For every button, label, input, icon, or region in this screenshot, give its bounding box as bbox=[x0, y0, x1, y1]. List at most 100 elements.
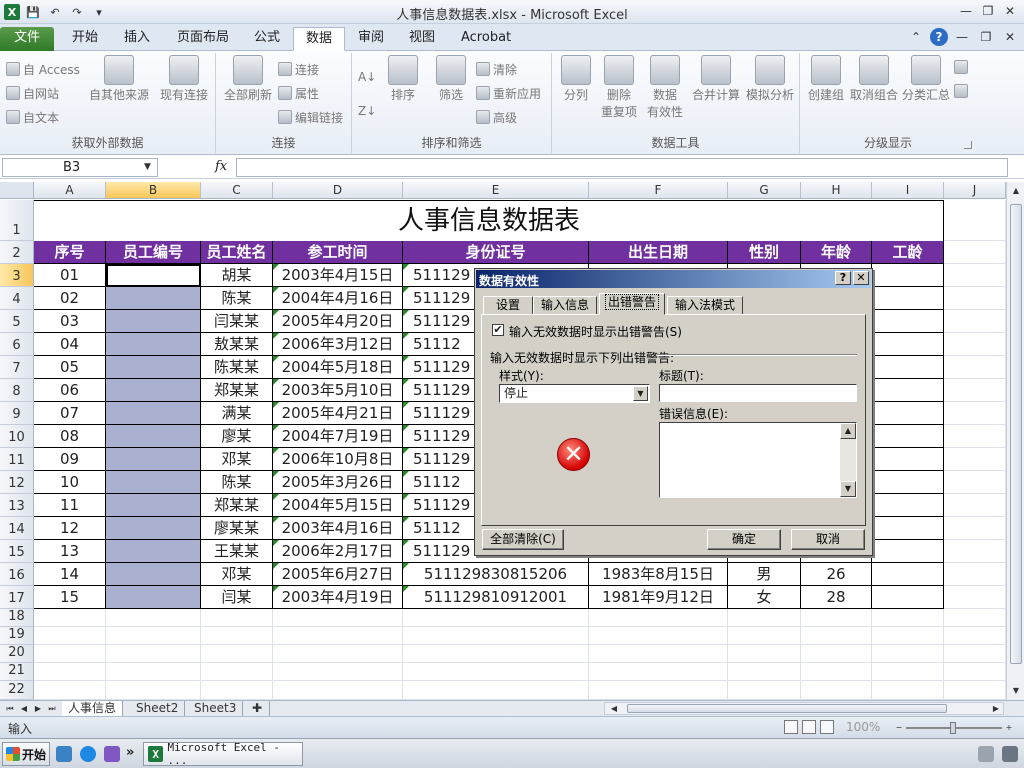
page-break-view-icon[interactable] bbox=[820, 720, 834, 734]
show-error-alert-label[interactable]: 输入无效数据时显示出错警告(S) bbox=[509, 323, 682, 340]
collapse-ribbon-icon[interactable]: ⌃ bbox=[906, 28, 926, 46]
minimize-button[interactable]: — bbox=[956, 2, 976, 20]
column-header-j[interactable]: J bbox=[944, 182, 1006, 199]
tab-insert[interactable]: 插入 bbox=[112, 27, 162, 51]
properties-button[interactable]: 属性 bbox=[278, 83, 319, 103]
consolidate-button[interactable]: 合并计算 bbox=[690, 55, 742, 104]
column-header-c[interactable]: C bbox=[201, 182, 273, 199]
ok-button[interactable]: 确定 bbox=[707, 529, 781, 550]
cell-i11[interactable] bbox=[872, 448, 944, 471]
ungroup-button[interactable]: 取消组合 bbox=[848, 55, 900, 104]
cell-d11[interactable]: 2006年10月8日 bbox=[273, 448, 403, 471]
from-text-button[interactable]: 自文本 bbox=[6, 107, 59, 127]
cell-i4[interactable] bbox=[872, 287, 944, 310]
column-header-i[interactable]: I bbox=[872, 182, 944, 199]
row-header-21[interactable]: 21 bbox=[0, 663, 34, 681]
cell-a3[interactable]: 01 bbox=[34, 264, 106, 287]
show-error-alert-checkbox[interactable]: ✔ bbox=[492, 324, 504, 336]
clear-filter-button[interactable]: 清除 bbox=[476, 59, 517, 79]
tab-home[interactable]: 开始 bbox=[60, 27, 110, 51]
text-to-columns-button[interactable]: 分列 bbox=[556, 55, 596, 104]
cell-f17[interactable]: 1981年9月12日 bbox=[589, 586, 728, 609]
vertical-scroll-thumb[interactable] bbox=[1010, 204, 1022, 664]
from-access-button[interactable]: 自 Access bbox=[6, 59, 80, 79]
cell-b12[interactable] bbox=[106, 471, 201, 494]
row-header-9[interactable]: 9 bbox=[0, 402, 34, 425]
row-header-12[interactable]: 12 bbox=[0, 471, 34, 494]
tab-data[interactable]: 数据 bbox=[293, 27, 346, 51]
cell-c16[interactable]: 邓某 bbox=[201, 563, 273, 586]
row-header-14[interactable]: 14 bbox=[0, 517, 34, 540]
cell-a5[interactable]: 03 bbox=[34, 310, 106, 333]
next-sheet-icon[interactable]: ▶ bbox=[32, 702, 44, 715]
row-header-7[interactable]: 7 bbox=[0, 356, 34, 379]
cell-b7[interactable] bbox=[106, 356, 201, 379]
zoom-slider[interactable]: − + bbox=[892, 721, 1016, 735]
subtotal-button[interactable]: 分类汇总 bbox=[900, 55, 952, 104]
zoom-knob[interactable] bbox=[950, 722, 956, 734]
tab-formulas[interactable]: 公式 bbox=[242, 27, 292, 51]
row-header-22[interactable]: 22 bbox=[0, 681, 34, 700]
scroll-down-icon[interactable]: ▼ bbox=[1009, 684, 1023, 698]
chevron-down-icon[interactable]: ▼ bbox=[144, 162, 151, 172]
cell-b14[interactable] bbox=[106, 517, 201, 540]
normal-view-icon[interactable] bbox=[784, 720, 798, 734]
scroll-left-icon[interactable]: ◀ bbox=[607, 702, 621, 716]
cell-i6[interactable] bbox=[872, 333, 944, 356]
cell-c8[interactable]: 郑某某 bbox=[201, 379, 273, 402]
last-sheet-icon[interactable]: ⏭ bbox=[46, 702, 58, 715]
sheet-tab-1[interactable]: 人事信息 bbox=[62, 701, 124, 716]
cell-b13[interactable] bbox=[106, 494, 201, 517]
connections-button[interactable]: 连接 bbox=[278, 59, 319, 79]
column-header-d[interactable]: D bbox=[273, 182, 403, 199]
dialog-help-button[interactable]: ? bbox=[835, 271, 851, 285]
cell-c13[interactable]: 郑某某 bbox=[201, 494, 273, 517]
cell-i10[interactable] bbox=[872, 425, 944, 448]
start-button[interactable]: 开始 bbox=[2, 742, 50, 766]
row-header-1[interactable]: 1 bbox=[0, 200, 34, 241]
column-header-h[interactable]: H bbox=[801, 182, 872, 199]
cell-c7[interactable]: 陈某某 bbox=[201, 356, 273, 379]
doc-restore-button[interactable]: ❐ bbox=[976, 28, 996, 46]
cell-d8[interactable]: 2003年5月10日 bbox=[273, 379, 403, 402]
column-header-g[interactable]: G bbox=[728, 182, 801, 199]
row-header-5[interactable]: 5 bbox=[0, 310, 34, 333]
tab-error-alert[interactable]: 出错警告 bbox=[599, 293, 665, 315]
prev-sheet-icon[interactable]: ◀ bbox=[18, 702, 30, 715]
sort-descending-button[interactable]: Z↓ bbox=[358, 101, 376, 121]
cell-b16[interactable] bbox=[106, 563, 201, 586]
cell-c10[interactable]: 廖某 bbox=[201, 425, 273, 448]
cell-a15[interactable]: 13 bbox=[34, 540, 106, 563]
cell-c17[interactable]: 闫某 bbox=[201, 586, 273, 609]
reapply-button[interactable]: 重新应用 bbox=[476, 83, 541, 103]
cell-i9[interactable] bbox=[872, 402, 944, 425]
cell-a7[interactable]: 05 bbox=[34, 356, 106, 379]
name-box[interactable]: B3 bbox=[2, 158, 158, 177]
tab-acrobat[interactable]: Acrobat bbox=[449, 27, 523, 51]
cell-i7[interactable] bbox=[872, 356, 944, 379]
scroll-up-icon[interactable]: ▲ bbox=[840, 423, 856, 439]
cell-a14[interactable]: 12 bbox=[34, 517, 106, 540]
cell-i16[interactable] bbox=[872, 563, 944, 586]
style-select[interactable]: 停止 ▼ bbox=[499, 384, 650, 403]
sheet-tab-3[interactable]: Sheet3 bbox=[188, 701, 244, 716]
cell-d3[interactable]: 2003年4月15日 bbox=[273, 264, 403, 287]
tab-page-layout[interactable]: 页面布局 bbox=[165, 27, 241, 51]
cell-a11[interactable]: 09 bbox=[34, 448, 106, 471]
doc-close-button[interactable]: ✕ bbox=[1000, 28, 1020, 46]
cell-c6[interactable]: 敖某某 bbox=[201, 333, 273, 356]
from-other-sources-button[interactable]: 自其他来源 bbox=[86, 55, 152, 104]
cell-a8[interactable]: 06 bbox=[34, 379, 106, 402]
first-sheet-icon[interactable]: ⏮ bbox=[4, 702, 16, 715]
keyboard-icon[interactable] bbox=[978, 746, 994, 762]
refresh-all-button[interactable]: 全部刷新 bbox=[220, 55, 276, 104]
tab-file[interactable]: 文件 bbox=[0, 27, 54, 51]
dialog-close-button[interactable]: ✕ bbox=[853, 271, 869, 285]
quicklaunch-desktop-icon[interactable] bbox=[56, 746, 72, 762]
show-detail-button[interactable] bbox=[954, 57, 968, 77]
clear-all-button[interactable]: 全部清除(C) bbox=[482, 529, 564, 550]
scroll-down-icon[interactable]: ▼ bbox=[840, 481, 856, 497]
what-if-analysis-button[interactable]: 模拟分析 bbox=[744, 55, 796, 104]
taskbar-excel-button[interactable]: X Microsoft Excel - ... bbox=[143, 741, 303, 767]
horizontal-scroll-thumb[interactable] bbox=[627, 704, 947, 713]
